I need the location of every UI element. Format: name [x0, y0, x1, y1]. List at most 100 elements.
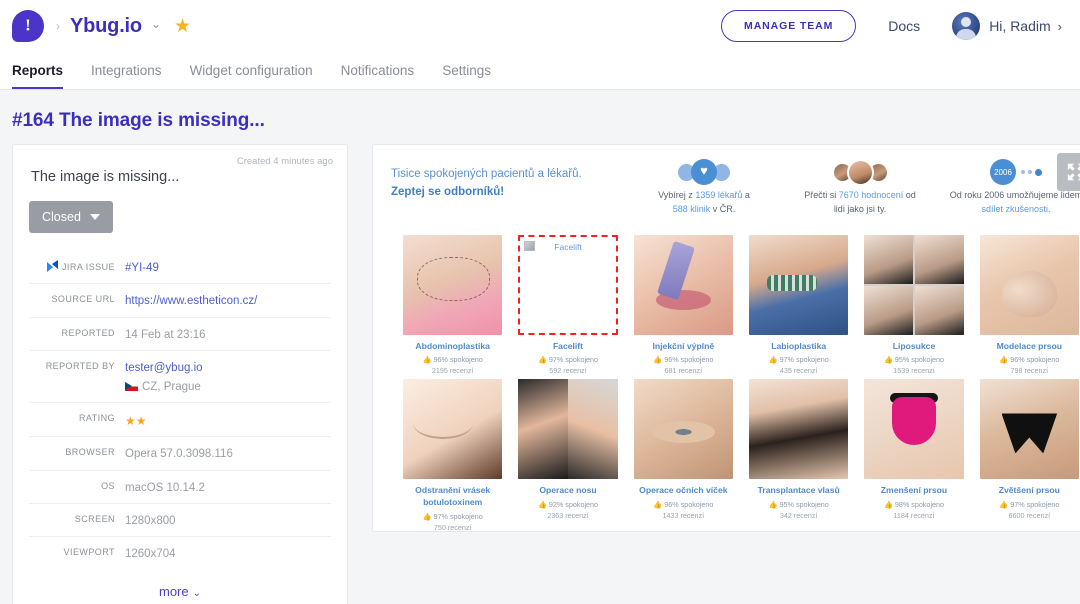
- meta-value-source-url[interactable]: https://www.estheticon.cz/: [125, 291, 257, 310]
- headline-line-2: Zeptej se odborníků!: [391, 186, 505, 199]
- user-menu[interactable]: Hi, Radim ›: [952, 12, 1062, 40]
- tile-reviews: 1433 recenzí: [662, 511, 705, 521]
- meta-label: SOURCE URL: [51, 294, 115, 305]
- tile-satisfaction-text: 96% spokojeno: [1010, 355, 1060, 365]
- fullscreen-button[interactable]: [1057, 153, 1080, 191]
- tile-facelift[interactable]: Facelift Facelift 👍 97% spokojeno 592 rec…: [518, 234, 618, 376]
- meta-value-jira-issue[interactable]: #YI-49: [125, 258, 159, 277]
- tile-thumbnail: [864, 234, 964, 335]
- report-title: The image is missing...: [31, 169, 180, 185]
- tile-thumbnail: [749, 379, 849, 480]
- share-experience-link[interactable]: sdílet zkušenosti.: [981, 204, 1050, 214]
- headline-line-1: Tisice spokojených pacientů a lékařů.: [391, 168, 582, 180]
- tile-reviews: 592 recenzí: [549, 366, 587, 376]
- tile-satisfaction-text: 97% spokojeno: [779, 355, 829, 365]
- tile-satisfaction: 👍 92% spokojeno: [518, 500, 617, 509]
- screenshot-preview-panel[interactable]: Tisice spokojených pacientů a lékařů. Ze…: [372, 144, 1080, 532]
- meta-row-reported-by: REPORTED BY tester@ybug.io CZ, Prague: [29, 349, 331, 403]
- tile-title: Abdominoplastika: [415, 340, 490, 351]
- tile-abdominoplastika[interactable]: Abdominoplastika 👍 96% spokojeno 2195 rec…: [403, 234, 503, 375]
- meta-label: BROWSER: [65, 447, 115, 458]
- meta-value-reporter-email[interactable]: tester@ybug.io: [125, 358, 203, 377]
- clinics-count-link[interactable]: 588 klinik: [673, 204, 711, 214]
- tile-modelace-prsou[interactable]: Modelace prsou 👍 96% spokojeno 798 recenz…: [979, 234, 1079, 375]
- tile-transplantace-vlasu[interactable]: Transplantace vlasů 👍 95% spokojeno 342 r…: [749, 379, 849, 531]
- tab-integrations[interactable]: Integrations: [91, 63, 162, 89]
- meta-row-browser: BROWSER Opera 57.0.3098.116: [29, 436, 331, 469]
- stat-doctors: Vybírej z 1359 lékařů a 588 klinik v ČR.: [629, 159, 779, 217]
- ybug-logo-icon[interactable]: [12, 10, 44, 42]
- tile-satisfaction: 👍 96% spokojeno: [634, 500, 733, 509]
- thumbs-up-icon: 👍: [422, 511, 432, 521]
- meta-row-screen: SCREEN 1280x800: [29, 502, 331, 536]
- stat-doctors-text: Vybírej z 1359 lékařů a 588 klinik v ČR.: [629, 189, 779, 217]
- meta-value-browser: Opera 57.0.3098.116: [125, 448, 233, 461]
- stat-text-before: Od roku 2006 umožňujeme lidem: [949, 190, 1080, 200]
- tab-reports[interactable]: Reports: [12, 63, 64, 89]
- tile-satisfaction: 👍 96% spokojeno: [980, 355, 1079, 364]
- thumbs-up-icon: 👍: [768, 355, 778, 365]
- stat-since-year-text: Od roku 2006 umožňujeme lidem sdílet zku…: [941, 189, 1080, 217]
- tile-title: Odstranění vrásek botulotoxinem: [415, 485, 491, 508]
- heart-bubble-icon: [691, 159, 717, 185]
- tile-odstraneni-vrasek[interactable]: Odstranění vrásek botulotoxinem 👍 97% spo…: [403, 379, 503, 531]
- tile-title: Operace nosu: [539, 485, 597, 496]
- thumbs-up-icon: 👍: [999, 500, 1009, 510]
- tile-operace-ocnich-vicek[interactable]: Operace očních víček 👍 96% spokojeno 1433…: [633, 379, 733, 531]
- report-meta-list: JIRA ISSUE #YI-49 SOURCE URL https://www…: [29, 251, 331, 569]
- tile-reviews: 1184 recenzí: [893, 511, 935, 521]
- rating-stars-icon: ★★: [125, 414, 147, 429]
- tile-thumbnail: [633, 379, 733, 480]
- tab-widget-configuration[interactable]: Widget configuration: [190, 63, 313, 89]
- tab-notifications[interactable]: Notifications: [341, 63, 415, 89]
- tile-zvetseni-prsou[interactable]: Zvětšení prsou 👍 97% spokojeno 6600 recen…: [979, 379, 1079, 531]
- thumbs-up-icon: 👍: [883, 500, 893, 510]
- stat-reviews-text: Přečti si 7670 hodnocení od lidi jako js…: [785, 189, 935, 217]
- meta-row-viewport: VIEWPORT 1260x704: [29, 536, 331, 569]
- tile-liposukce[interactable]: Liposukce 👍 95% spokojeno 1539 recenzí: [864, 234, 964, 375]
- tile-zmenseni-prsou[interactable]: Zmenšení prsou 👍 98% spokojeno 1184 recen…: [864, 379, 964, 531]
- page-title: #164 The image is missing...: [12, 110, 265, 131]
- tile-labioplastika[interactable]: Labioplastika 👍 97% spokojeno 435 recenzí: [749, 234, 849, 375]
- docs-link[interactable]: Docs: [888, 18, 920, 34]
- manage-team-button[interactable]: MANAGE TEAM: [721, 10, 857, 42]
- tile-operace-nosu[interactable]: Operace nosu 👍 92% spokojeno 2363 recenzí: [518, 379, 618, 531]
- broken-image-alt-text: Facelift: [554, 241, 582, 252]
- meta-value-reported: 14 Feb at 23:16: [125, 328, 206, 341]
- broken-image-placeholder: Facelift: [518, 234, 618, 335]
- breadcrumb-separator: ›: [56, 19, 60, 33]
- tile-thumbnail: [749, 234, 849, 335]
- tile-title: Zvětšení prsou: [998, 485, 1060, 496]
- tile-satisfaction: 👍 97% spokojeno: [518, 355, 617, 364]
- jira-icon: [46, 260, 58, 272]
- tile-satisfaction-text: 97% spokojeno: [1010, 500, 1060, 510]
- meta-value-reported-by-group: tester@ybug.io CZ, Prague: [125, 358, 203, 397]
- reviews-count-link[interactable]: 7670 hodnocení: [839, 190, 904, 200]
- doctors-count-link[interactable]: 1359 lékařů: [695, 190, 742, 200]
- site-name[interactable]: Ybug.io: [70, 15, 142, 38]
- meta-row-reported: REPORTED 14 Feb at 23:16: [29, 316, 331, 350]
- top-bar: › Ybug.io ⌄ ★ MANAGE TEAM Docs Hi, Radim…: [0, 0, 1080, 52]
- chevron-down-icon: ⌄: [192, 588, 201, 600]
- stat-text-before: Přečti si: [804, 190, 839, 200]
- thumbs-up-icon: 👍: [537, 500, 547, 510]
- tile-thumbnail: [403, 234, 503, 335]
- meta-value-viewport: 1260x704: [125, 548, 176, 560]
- favorite-star-icon[interactable]: ★: [174, 17, 191, 36]
- broken-image-icon: [524, 240, 536, 251]
- tile-thumbnail: [633, 234, 733, 335]
- thumbs-up-icon: 👍: [422, 355, 432, 365]
- tile-thumbnail: [403, 379, 503, 480]
- tab-settings[interactable]: Settings: [442, 63, 491, 89]
- chevron-down-icon[interactable]: ⌄: [151, 17, 161, 31]
- tile-satisfaction-text: 96% spokojeno: [664, 500, 714, 510]
- status-dropdown-button[interactable]: Closed: [29, 201, 113, 233]
- tile-satisfaction-text: 95% spokojeno: [779, 500, 829, 510]
- main-tabs: Reports Integrations Widget configuratio…: [0, 52, 1080, 90]
- tile-title: Modelace prsou: [996, 340, 1063, 351]
- thumbs-up-icon: 👍: [768, 500, 778, 510]
- more-toggle[interactable]: more ⌄: [159, 584, 201, 599]
- tile-title: Transplantace vlasů: [757, 485, 840, 496]
- dots-icon: [1021, 168, 1042, 176]
- tile-injekcni-vyplne[interactable]: Injekční výplně 👍 96% spokojeno 681 recen…: [633, 234, 733, 375]
